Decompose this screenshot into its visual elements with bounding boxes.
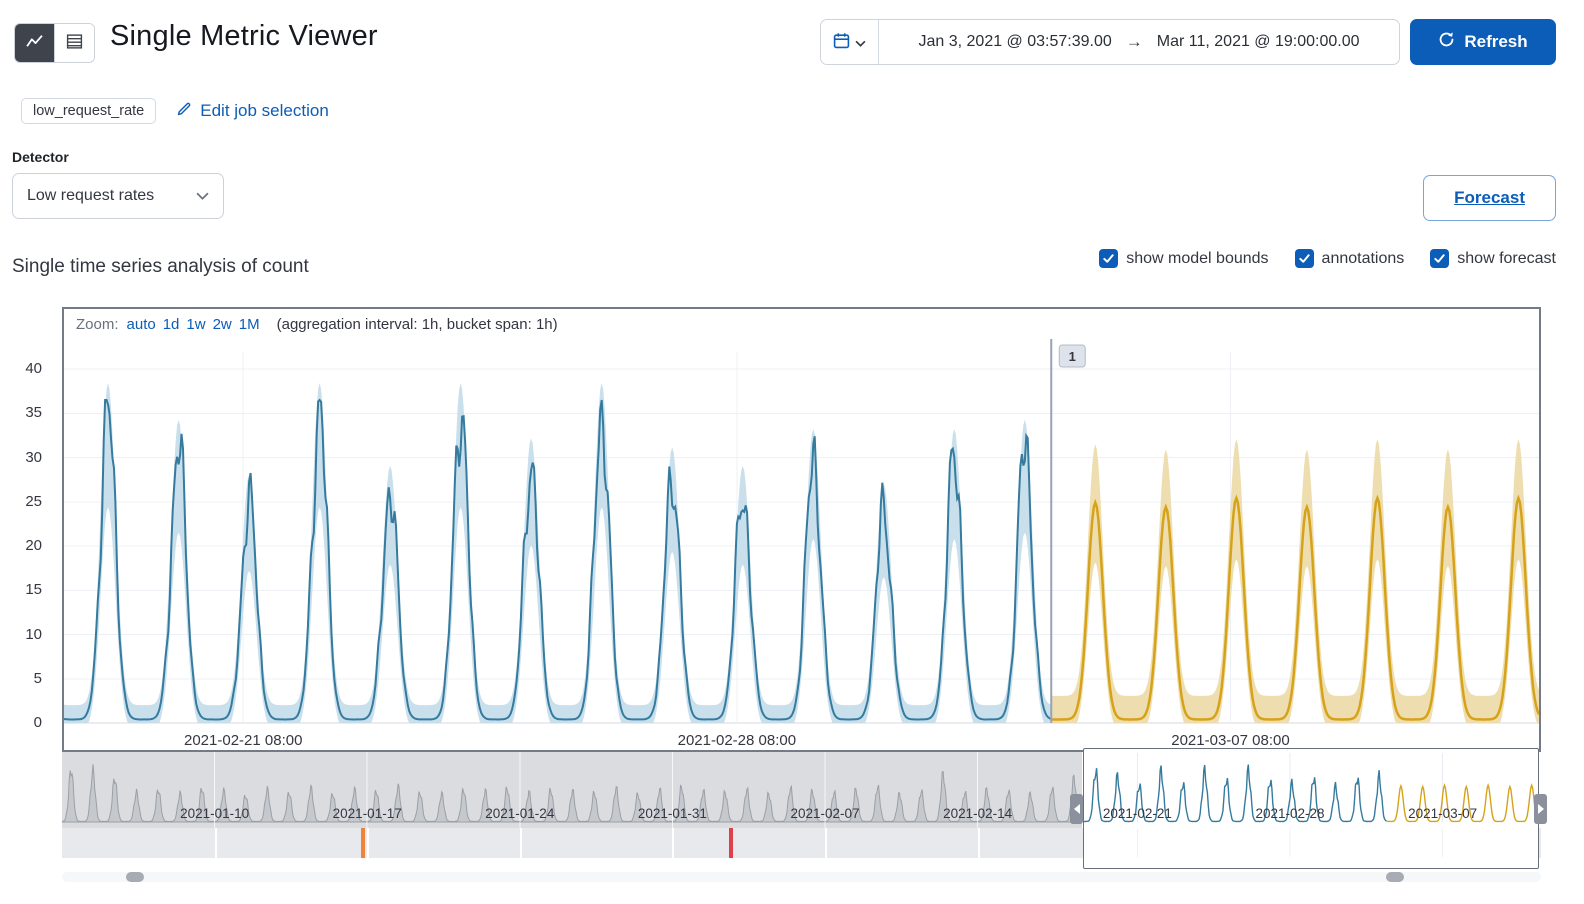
x-axis-label: 2021-02-21 08:00 — [184, 732, 302, 749]
selection-axis-label: 2021-03-07 — [1408, 806, 1477, 821]
pencil-icon — [176, 101, 192, 122]
main-chart-panel: Zoom: auto 1d 1w 2w 1M (aggregation interval… — [62, 307, 1541, 752]
table-icon — [66, 33, 83, 54]
toggle-show-model-bounds[interactable]: show model bounds — [1099, 249, 1269, 268]
swimlane-separator — [672, 828, 675, 858]
anomaly-marker[interactable] — [729, 828, 734, 858]
time-range-picker: Jan 3, 2021 @ 03:57:39.00 → Mar 11, 2021… — [820, 19, 1400, 65]
arrow-right-icon — [1537, 804, 1544, 814]
y-axis-label: 20 — [25, 537, 42, 554]
forecast-button[interactable]: Forecast — [1423, 175, 1556, 221]
time-range-dates: Jan 3, 2021 @ 03:57:39.00 → Mar 11, 2021… — [879, 32, 1399, 52]
page-title: Single Metric Viewer — [110, 20, 378, 52]
selection-left-handle[interactable] — [1070, 794, 1083, 824]
zoom-option-1d[interactable]: 1d — [163, 316, 180, 333]
selection-axis-label: 2021-02-28 — [1255, 806, 1324, 821]
annotation-badge-label: 1 — [1069, 349, 1076, 364]
detector-label: Detector — [12, 149, 69, 165]
aggregation-note: (aggregation interval: 1h, bucket span: … — [276, 316, 558, 333]
selection-right-handle[interactable] — [1534, 794, 1547, 824]
zoom-option-1w[interactable]: 1w — [186, 316, 205, 333]
analysis-title: Single time series analysis of count — [12, 256, 309, 277]
swimlane-separator — [367, 828, 370, 858]
checkbox-checked-icon — [1294, 249, 1314, 268]
chart-scrollbar[interactable] — [62, 872, 1541, 882]
edit-job-selection-link[interactable]: Edit job selection — [176, 101, 329, 122]
zoom-bar: Zoom: auto 1d 1w 2w 1M (aggregation interval… — [76, 316, 558, 333]
context-axis-label: 2021-02-07 — [790, 806, 859, 821]
checkbox-checked-icon — [1099, 249, 1119, 268]
range-arrow-icon: → — [1125, 32, 1143, 51]
context-axis-label: 2021-02-14 — [943, 806, 1013, 821]
edit-job-selection-label: Edit job selection — [200, 101, 329, 120]
end-date-button[interactable]: Mar 11, 2021 @ 19:00:00.00 — [1157, 33, 1360, 51]
toggle-show-forecast[interactable]: show forecast — [1430, 249, 1556, 268]
context-axis-label: 2021-01-24 — [485, 806, 555, 821]
scrollbar-handle[interactable] — [1385, 872, 1404, 882]
checkbox-checked-icon — [1430, 249, 1450, 268]
swimlane-separator — [825, 828, 827, 858]
x-axis-label: 2021-03-07 08:00 — [1171, 732, 1289, 749]
toggle-label: show forecast — [1457, 249, 1556, 267]
line-chart-icon — [26, 33, 43, 54]
start-date-button[interactable]: Jan 3, 2021 @ 03:57:39.00 — [918, 33, 1111, 51]
time-selection-window[interactable]: 2021-02-21 2021-02-28 2021-03-07 — [1081, 748, 1541, 869]
job-badge: low_request_rate — [21, 98, 157, 124]
y-axis: 0 5 10 15 20 25 30 35 40 — [0, 309, 48, 750]
main-chart[interactable]: 2021-02-21 08:00 2021-02-28 08:00 2021-03-… — [64, 309, 1539, 750]
y-axis-label: 40 — [25, 360, 42, 377]
job-selection-row: low_request_rate Edit job selection — [21, 98, 329, 124]
actual-series-line — [64, 398, 1052, 721]
scrollbar-handle[interactable] — [125, 872, 144, 882]
selection-axis-label: 2021-02-21 — [1103, 806, 1172, 821]
chart-toggles: show model bounds annotations show forecas… — [1099, 249, 1556, 268]
anomaly-marker[interactable] — [360, 828, 365, 858]
view-toggle-group — [14, 23, 95, 63]
refresh-button[interactable]: Refresh — [1410, 19, 1556, 65]
context-axis-label: 2021-01-17 — [333, 806, 402, 821]
y-axis-label: 35 — [25, 404, 42, 422]
selection-chart: 2021-02-21 2021-02-28 2021-03-07 — [1081, 753, 1541, 857]
calendar-icon — [833, 32, 850, 53]
chevron-down-icon — [196, 187, 209, 205]
context-axis-label: 2021-01-31 — [638, 806, 707, 821]
zoom-option-auto[interactable]: auto — [127, 316, 156, 333]
toggle-label: annotations — [1321, 249, 1405, 267]
refresh-icon — [1438, 31, 1455, 53]
quick-select-menu-button[interactable] — [821, 20, 879, 64]
context-axis-label: 2021-01-10 — [180, 806, 249, 821]
detector-selected-value: Low request rates — [27, 187, 155, 204]
chart-view-button[interactable] — [15, 24, 54, 62]
chevron-down-icon — [855, 34, 866, 51]
y-axis-label: 25 — [25, 492, 42, 510]
zoom-options: auto 1d 1w 2w 1M — [127, 316, 267, 333]
swimlane-separator — [977, 828, 980, 858]
model-bounds-band — [64, 383, 1052, 723]
toggle-annotations[interactable]: annotations — [1294, 249, 1405, 268]
arrow-left-icon — [1073, 804, 1080, 814]
x-axis-label: 2021-02-28 08:00 — [678, 732, 796, 749]
forecast-bounds-band — [1051, 439, 1539, 723]
swimlane-separator — [519, 828, 522, 858]
y-axis-label: 5 — [33, 669, 42, 687]
y-axis-label: 10 — [25, 625, 42, 643]
y-axis-label: 15 — [25, 581, 42, 599]
y-axis-label: 0 — [33, 714, 42, 731]
zoom-option-1M[interactable]: 1M — [239, 316, 260, 333]
zoom-option-2w[interactable]: 2w — [213, 316, 232, 333]
single-metric-viewer-app: Single Metric Viewer Jan 3, 2021 @ 03:57… — [0, 0, 1584, 904]
swimlane-separator — [214, 828, 217, 858]
toggle-label: show model bounds — [1126, 249, 1269, 267]
refresh-label: Refresh — [1464, 32, 1528, 51]
zoom-label: Zoom: — [76, 316, 119, 333]
y-axis-label: 30 — [25, 448, 42, 466]
table-view-button[interactable] — [54, 24, 94, 62]
detector-select[interactable]: Low request rates — [12, 173, 224, 219]
